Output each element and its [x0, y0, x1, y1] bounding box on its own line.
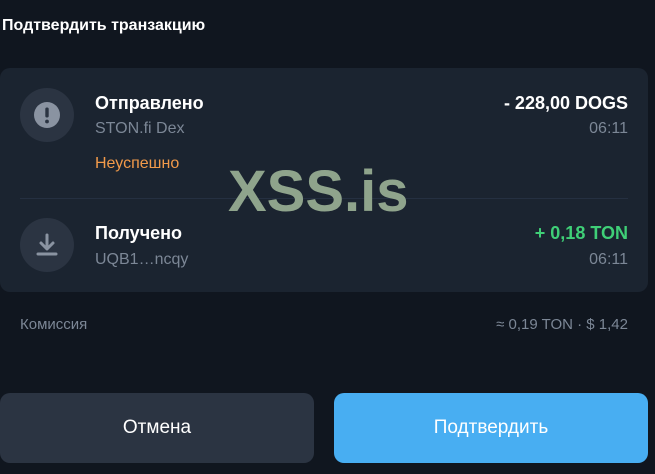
confirm-button[interactable]: Подтвердить — [334, 393, 648, 463]
transaction-counterparty: STON.fi Dex — [95, 120, 185, 137]
transaction-time: 06:11 — [589, 251, 628, 268]
transaction-name: Отправлено — [95, 93, 204, 113]
transaction-amount: - 228,00 DOGS — [503, 93, 628, 113]
arrow-down-icon — [20, 218, 74, 272]
transaction-amount: + 0,18 TON — [534, 223, 628, 243]
transaction-address: UQB1…ncqy — [95, 251, 189, 268]
cancel-button[interactable]: Отмена — [0, 393, 314, 463]
transaction-name: Получено — [95, 223, 183, 243]
fee-label: Комиссия — [20, 316, 88, 333]
transaction-status: Неуспешно — [95, 155, 180, 172]
page-title: Подтвердить транзакцию — [2, 17, 206, 34]
fee-value: ≈ 0,19 TON · $ 1,42 — [496, 316, 628, 333]
watermark: XSS.is — [228, 159, 409, 224]
transaction-time: 06:11 — [589, 120, 628, 137]
exclamation-icon — [20, 88, 74, 142]
